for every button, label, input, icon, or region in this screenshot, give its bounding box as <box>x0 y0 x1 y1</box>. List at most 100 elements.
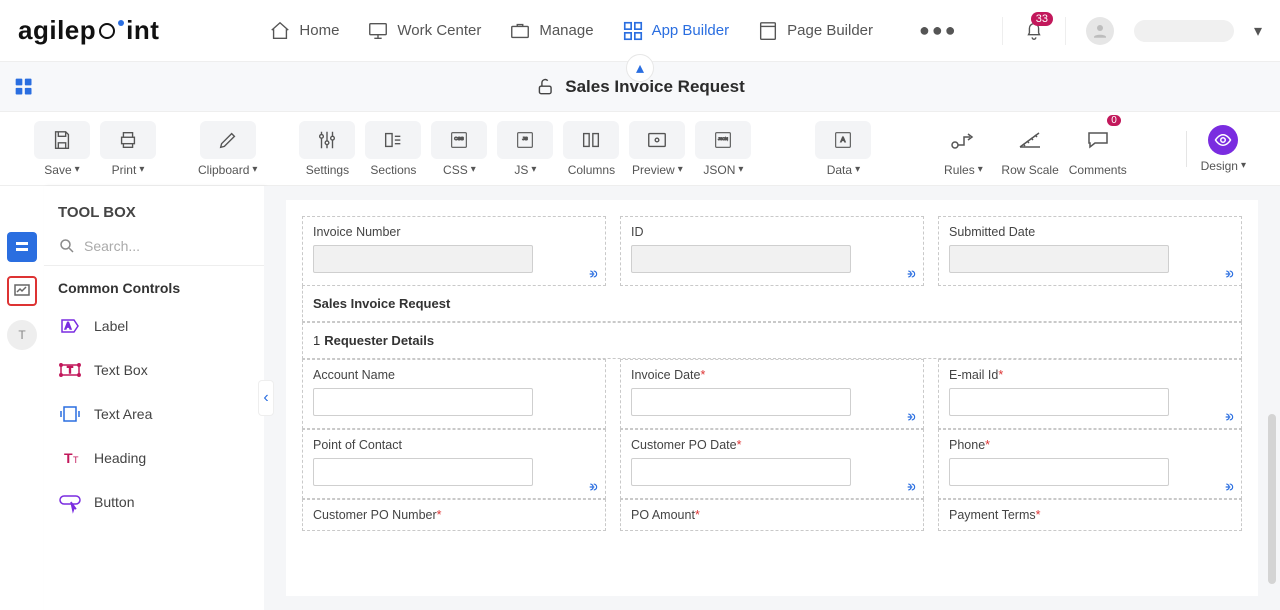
page-icon <box>757 20 779 42</box>
link-icon[interactable] <box>1221 410 1235 424</box>
monitor-icon <box>367 20 389 42</box>
toolbox-search-input[interactable] <box>84 238 265 254</box>
comments-count: 0 <box>1107 115 1121 126</box>
sections-icon <box>382 129 404 151</box>
invoice-number-input[interactable] <box>313 245 533 273</box>
sliders-icon <box>316 129 338 151</box>
field-payment-terms[interactable]: Payment Terms* <box>938 499 1242 531</box>
link-icon[interactable] <box>903 410 917 424</box>
notification-count: 33 <box>1031 12 1053 26</box>
chevron-down-icon[interactable]: ▾ <box>1254 21 1262 41</box>
nav-app-builder[interactable]: App Builder <box>622 20 730 42</box>
data-icon: A <box>832 129 854 151</box>
svg-text:JSON: JSON <box>719 137 729 141</box>
data-button[interactable]: A Data▾ <box>815 121 871 177</box>
save-icon <box>51 129 73 151</box>
notifications-button[interactable]: 33 <box>1023 20 1045 42</box>
sections-button[interactable]: Sections <box>365 121 421 177</box>
logo[interactable]: agilepint <box>18 15 159 46</box>
control-textarea[interactable]: Text Area <box>44 392 264 436</box>
button-icon <box>58 490 82 514</box>
field-invoice-date[interactable]: Invoice Date* <box>620 359 924 429</box>
submitted-date-input[interactable] <box>949 245 1169 273</box>
nav-label: Work Center <box>397 22 481 39</box>
control-heading[interactable]: TT Heading <box>44 436 264 480</box>
comment-icon <box>1085 129 1111 151</box>
comments-button[interactable]: 0 Comments <box>1069 121 1127 177</box>
user-name-chip[interactable] <box>1134 20 1234 42</box>
account-name-input[interactable] <box>313 388 533 416</box>
css-icon: CSS <box>448 129 470 151</box>
svg-text:T: T <box>67 365 73 375</box>
label-icon: A <box>58 314 82 338</box>
nav-more-icon[interactable]: ●●● <box>919 20 958 42</box>
link-icon[interactable] <box>903 267 917 281</box>
save-button[interactable]: Save▾ <box>34 121 90 177</box>
avatar[interactable] <box>1086 17 1114 45</box>
field-customer-po-date[interactable]: Customer PO Date* <box>620 429 924 499</box>
customer-po-date-input[interactable] <box>631 458 851 486</box>
field-point-of-contact[interactable]: Point of Contact <box>302 429 606 499</box>
field-phone[interactable]: Phone* <box>938 429 1242 499</box>
svg-text:CSS: CSS <box>455 136 464 141</box>
ruler-icon <box>1017 129 1043 151</box>
columns-button[interactable]: Columns <box>563 121 619 177</box>
rail-form-icon[interactable] <box>7 232 37 262</box>
rowscale-button[interactable]: Row Scale <box>1001 121 1058 177</box>
control-textbox[interactable]: T Text Box <box>44 348 264 392</box>
clipboard-button[interactable]: Clipboard▾ <box>198 121 257 177</box>
css-button[interactable]: CSS CSS▾ <box>431 121 487 177</box>
collapse-nav-icon[interactable]: ▴ <box>626 54 654 82</box>
rail-analytics-icon[interactable] <box>7 276 37 306</box>
field-invoice-number[interactable]: Invoice Number <box>302 216 606 286</box>
app-switcher-icon[interactable] <box>14 77 34 97</box>
rules-button[interactable]: Rules▾ <box>935 121 991 177</box>
page-title: Sales Invoice Request <box>565 77 745 97</box>
field-po-amount[interactable]: PO Amount* <box>620 499 924 531</box>
field-submitted-date[interactable]: Submitted Date <box>938 216 1242 286</box>
design-mode-button[interactable]: Design▾ <box>1201 125 1246 173</box>
field-id[interactable]: ID <box>620 216 924 286</box>
textbox-icon: T <box>58 358 82 382</box>
eye-icon <box>1214 131 1232 149</box>
phone-input[interactable] <box>949 458 1169 486</box>
point-of-contact-input[interactable] <box>313 458 533 486</box>
rules-icon <box>950 129 976 151</box>
link-icon[interactable] <box>585 267 599 281</box>
nav-home[interactable]: Home <box>269 20 339 42</box>
field-customer-po-number[interactable]: Customer PO Number* <box>302 499 606 531</box>
toolbox-heading: TOOL BOX <box>44 186 264 231</box>
field-account-name[interactable]: Account Name <box>302 359 606 429</box>
svg-text:A: A <box>65 321 71 331</box>
nav-label: Manage <box>539 22 593 39</box>
nav-label: Page Builder <box>787 22 873 39</box>
columns-icon <box>580 129 602 151</box>
invoice-date-input[interactable] <box>631 388 851 416</box>
js-button[interactable]: JS JS▾ <box>497 121 553 177</box>
grid-icon <box>622 20 644 42</box>
briefcase-icon <box>509 20 531 42</box>
control-button[interactable]: Button <box>44 480 264 524</box>
print-button[interactable]: Print▾ <box>100 121 156 177</box>
email-id-input[interactable] <box>949 388 1169 416</box>
collapse-toolbox-icon[interactable]: ‹ <box>258 380 274 416</box>
field-email-id[interactable]: E-mail Id* <box>938 359 1242 429</box>
textarea-icon <box>58 402 82 426</box>
json-button[interactable]: JSON JSON▾ <box>695 121 751 177</box>
link-icon[interactable] <box>585 480 599 494</box>
link-icon[interactable] <box>1221 267 1235 281</box>
nav-page-builder[interactable]: Page Builder <box>757 20 873 42</box>
link-icon[interactable] <box>1221 480 1235 494</box>
nav-manage[interactable]: Manage <box>509 20 593 42</box>
link-icon[interactable] <box>903 480 917 494</box>
edit-icon <box>217 129 239 151</box>
section-header[interactable]: Sales Invoice Request <box>302 286 1242 322</box>
scrollbar-thumb[interactable] <box>1268 414 1276 584</box>
nav-work-center[interactable]: Work Center <box>367 20 481 42</box>
section-requester-details[interactable]: 1Requester Details <box>302 322 1242 359</box>
preview-button[interactable]: Preview▾ <box>629 121 685 177</box>
settings-button[interactable]: Settings <box>299 121 355 177</box>
id-input[interactable] <box>631 245 851 273</box>
control-label[interactable]: A Label <box>44 304 264 348</box>
rail-text-icon[interactable]: T <box>7 320 37 350</box>
